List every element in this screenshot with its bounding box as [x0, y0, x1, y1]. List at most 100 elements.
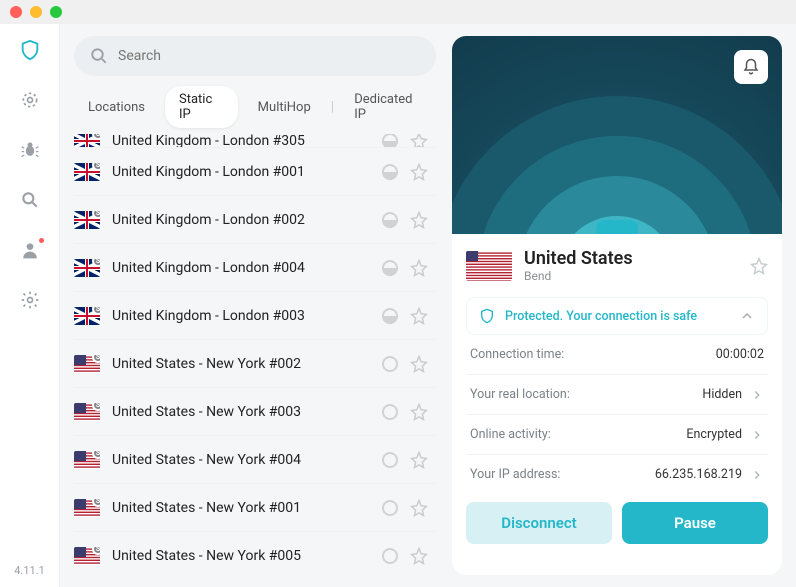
location-row[interactable]: S United States - New York #001: [74, 484, 436, 532]
favorite-button[interactable]: [410, 451, 428, 469]
search-alt-icon[interactable]: [18, 188, 42, 212]
detail-row[interactable]: Your IP address: 66.235.168.219: [466, 455, 768, 494]
flag-icon: S: [74, 211, 100, 229]
tab-dedicated-ip[interactable]: Dedicated IP: [340, 86, 436, 128]
location-name: United Kingdom - London #002: [112, 212, 370, 228]
load-indicator-icon: [382, 260, 398, 276]
detail-value: Encrypted: [686, 427, 742, 442]
chevron-right-icon: [750, 468, 764, 482]
location-name: United States - New York #002: [112, 356, 370, 372]
load-indicator-icon: [382, 404, 398, 420]
search-bar[interactable]: [74, 36, 436, 76]
shield-icon[interactable]: [18, 38, 42, 62]
shield-icon: [479, 308, 495, 324]
location-row[interactable]: S United Kingdom - London #305: [74, 134, 436, 148]
flag-icon: S: [74, 499, 100, 517]
flag-icon: [466, 251, 512, 281]
flag-icon: S: [74, 547, 100, 565]
favorite-button[interactable]: [410, 259, 428, 277]
location-row[interactable]: S United Kingdom - London #003: [74, 292, 436, 340]
location-name: United States - New York #004: [112, 452, 370, 468]
location-name: United Kingdom - London #001: [112, 164, 370, 180]
load-indicator-icon: [382, 500, 398, 516]
flag-icon: S: [74, 451, 100, 469]
location-name: United Kingdom - London #003: [112, 308, 370, 324]
favorite-button[interactable]: [410, 355, 428, 373]
location-name: United States - New York #001: [112, 500, 370, 516]
detail-label: Online activity:: [470, 427, 551, 442]
bell-icon: [742, 58, 760, 76]
location-pin-icon: [596, 220, 638, 234]
detail-row: Connection time: 00:00:02: [466, 335, 768, 375]
notifications-button[interactable]: [734, 50, 768, 84]
current-location: United States Bend: [466, 248, 768, 283]
favorite-button[interactable]: [750, 257, 768, 275]
location-row[interactable]: S United Kingdom - London #001: [74, 148, 436, 196]
detail-label: Your real location:: [470, 387, 570, 402]
chevron-up-icon[interactable]: [739, 308, 755, 324]
locations-list[interactable]: S United Kingdom - London #305 S United Kin…: [74, 134, 436, 575]
chevron-right-icon: [750, 388, 764, 402]
tabs: LocationsStatic IPMultiHop|Dedicated IP: [74, 86, 436, 128]
load-indicator-icon: [382, 164, 398, 180]
search-icon: [90, 47, 108, 65]
favorite-button[interactable]: [410, 163, 428, 181]
location-row[interactable]: S United States - New York #003: [74, 388, 436, 436]
version-label: 4.11.1: [14, 564, 45, 577]
flag-icon: S: [74, 134, 100, 148]
current-city: Bend: [524, 269, 738, 283]
bug-icon[interactable]: [18, 138, 42, 162]
notification-dot: [39, 238, 44, 243]
pause-button[interactable]: Pause: [622, 502, 768, 544]
connection-panel: United States Bend Protected. Your conne…: [452, 36, 782, 575]
tab-locations[interactable]: Locations: [74, 94, 159, 121]
favorite-button[interactable]: [410, 499, 428, 517]
window-titlebar: [0, 0, 796, 24]
location-row[interactable]: SUnited States - New York #005: [74, 532, 436, 575]
favorite-button[interactable]: [410, 403, 428, 421]
hero-banner: [452, 36, 782, 234]
detail-label: Connection time:: [470, 347, 564, 362]
close-window[interactable]: [10, 6, 22, 18]
connection-details: Connection time: 00:00:02 Your real locati…: [466, 335, 768, 494]
location-name: United Kingdom - London #305: [112, 134, 370, 148]
detail-row[interactable]: Online activity: Encrypted: [466, 415, 768, 455]
tab-multihop[interactable]: MultiHop: [244, 94, 325, 121]
location-name: United Kingdom - London #004: [112, 260, 370, 276]
user-icon[interactable]: [18, 238, 42, 262]
load-indicator-icon: [382, 212, 398, 228]
location-row[interactable]: S United States - New York #002: [74, 340, 436, 388]
favorite-button[interactable]: [410, 307, 428, 325]
flag-icon: S: [74, 259, 100, 277]
favorite-button[interactable]: [410, 211, 428, 229]
location-name: United States - New York #003: [112, 404, 370, 420]
flag-icon: S: [74, 307, 100, 325]
status-text: Protected. Your connection is safe: [505, 309, 729, 324]
disconnect-button[interactable]: Disconnect: [466, 502, 612, 544]
detail-label: Your IP address:: [470, 467, 560, 482]
maximize-window[interactable]: [50, 6, 62, 18]
detail-value: 66.235.168.219: [655, 467, 742, 482]
flag-icon: S: [74, 403, 100, 421]
tab-static-ip[interactable]: Static IP: [165, 86, 238, 128]
favorite-button[interactable]: [410, 134, 428, 148]
load-indicator-icon: [382, 134, 398, 148]
flag-icon: S: [74, 163, 100, 181]
detail-value: 00:00:02: [716, 347, 764, 362]
protection-status[interactable]: Protected. Your connection is safe: [466, 297, 768, 335]
favorite-button[interactable]: [410, 547, 428, 565]
location-row[interactable]: S United Kingdom - London #004: [74, 244, 436, 292]
flag-icon: S: [74, 355, 100, 373]
location-row[interactable]: S United Kingdom - London #002: [74, 196, 436, 244]
load-indicator-icon: [382, 308, 398, 324]
location-row[interactable]: S United States - New York #004: [74, 436, 436, 484]
load-indicator-icon: [382, 548, 398, 564]
gear-icon[interactable]: [18, 288, 42, 312]
minimize-window[interactable]: [30, 6, 42, 18]
current-country: United States: [524, 248, 738, 269]
search-input[interactable]: [118, 48, 420, 64]
detail-row[interactable]: Your real location:Hidden: [466, 375, 768, 415]
radar-icon[interactable]: [18, 88, 42, 112]
load-indicator-icon: [382, 452, 398, 468]
star-icon: [750, 257, 768, 275]
